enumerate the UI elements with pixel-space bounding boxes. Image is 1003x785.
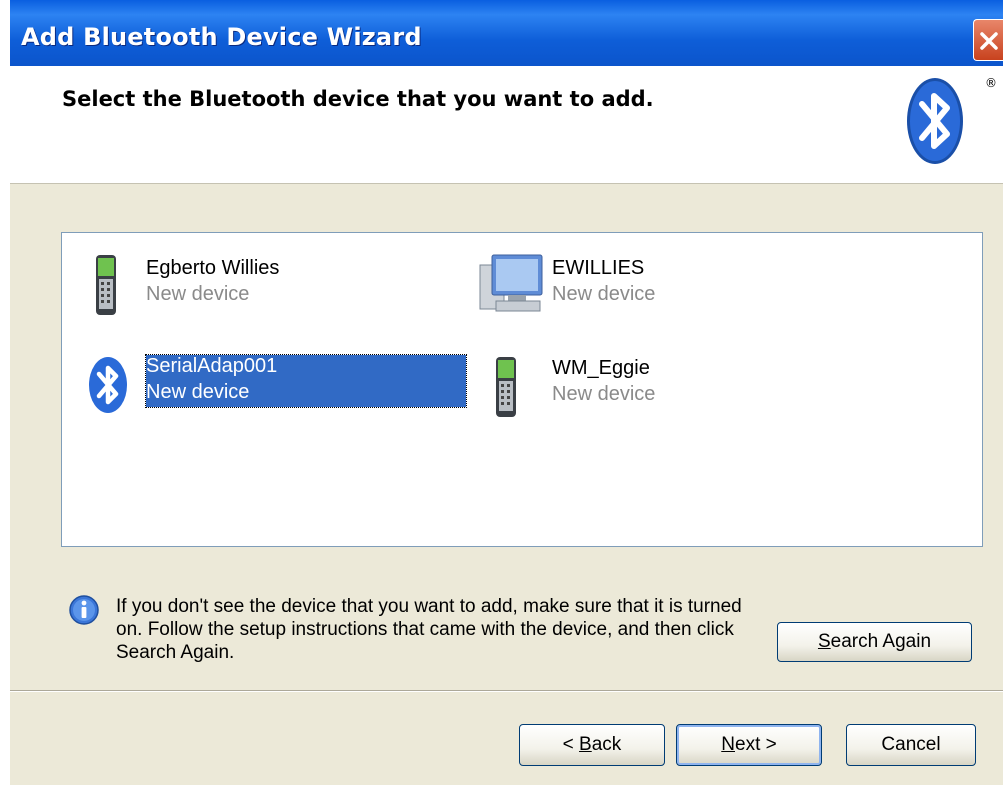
device-name: Egberto Willies bbox=[146, 257, 280, 279]
mobile-phone-icon bbox=[96, 255, 116, 315]
device-status: New device bbox=[552, 283, 656, 305]
info-message: If you don't see the device that you wan… bbox=[116, 596, 742, 663]
info-icon bbox=[69, 595, 99, 625]
device-name: WM_Eggie bbox=[552, 357, 650, 379]
back-label: < Back bbox=[562, 734, 622, 755]
bluetooth-device-icon bbox=[89, 357, 127, 413]
search-again-label: Search Again bbox=[817, 631, 932, 652]
device-name: SerialAdap001 bbox=[146, 355, 278, 377]
next-button[interactable]: Next > bbox=[676, 724, 822, 766]
page-heading: Select the Bluetooth device that you wan… bbox=[62, 87, 654, 111]
search-again-button[interactable]: Search Again bbox=[777, 622, 972, 662]
device-status: New device bbox=[146, 381, 250, 403]
wizard-header: Select the Bluetooth device that you wan… bbox=[10, 66, 1003, 184]
next-label: Next > bbox=[721, 734, 777, 755]
device-status: New device bbox=[146, 283, 250, 305]
device-list[interactable]: Egberto Willies New device EWILLIES New … bbox=[61, 232, 983, 547]
registered-mark: ® bbox=[985, 76, 997, 90]
device-item-wm-eggie[interactable]: WM_Eggie New device bbox=[492, 351, 792, 421]
device-item-egberto-willies[interactable]: Egberto Willies New device bbox=[88, 253, 388, 323]
back-button[interactable]: < Back bbox=[519, 724, 665, 766]
cancel-button[interactable]: Cancel bbox=[846, 724, 976, 766]
computer-icon bbox=[479, 254, 543, 312]
device-item-ewillies[interactable]: EWILLIES New device bbox=[478, 253, 778, 323]
cancel-label: Cancel bbox=[881, 734, 941, 755]
bluetooth-logo-icon bbox=[907, 78, 963, 164]
window-title: Add Bluetooth Device Wizard bbox=[21, 23, 422, 51]
close-button[interactable] bbox=[973, 19, 1003, 61]
device-item-serialadap001[interactable]: SerialAdap001 New device bbox=[88, 351, 488, 421]
close-icon bbox=[980, 32, 998, 50]
footer-separator bbox=[10, 690, 1003, 692]
device-status: New device bbox=[552, 383, 656, 405]
wizard-window: Add Bluetooth Device Wizard Select the B… bbox=[10, 0, 1003, 785]
mobile-phone-icon bbox=[496, 357, 516, 417]
device-name: EWILLIES bbox=[552, 257, 645, 279]
